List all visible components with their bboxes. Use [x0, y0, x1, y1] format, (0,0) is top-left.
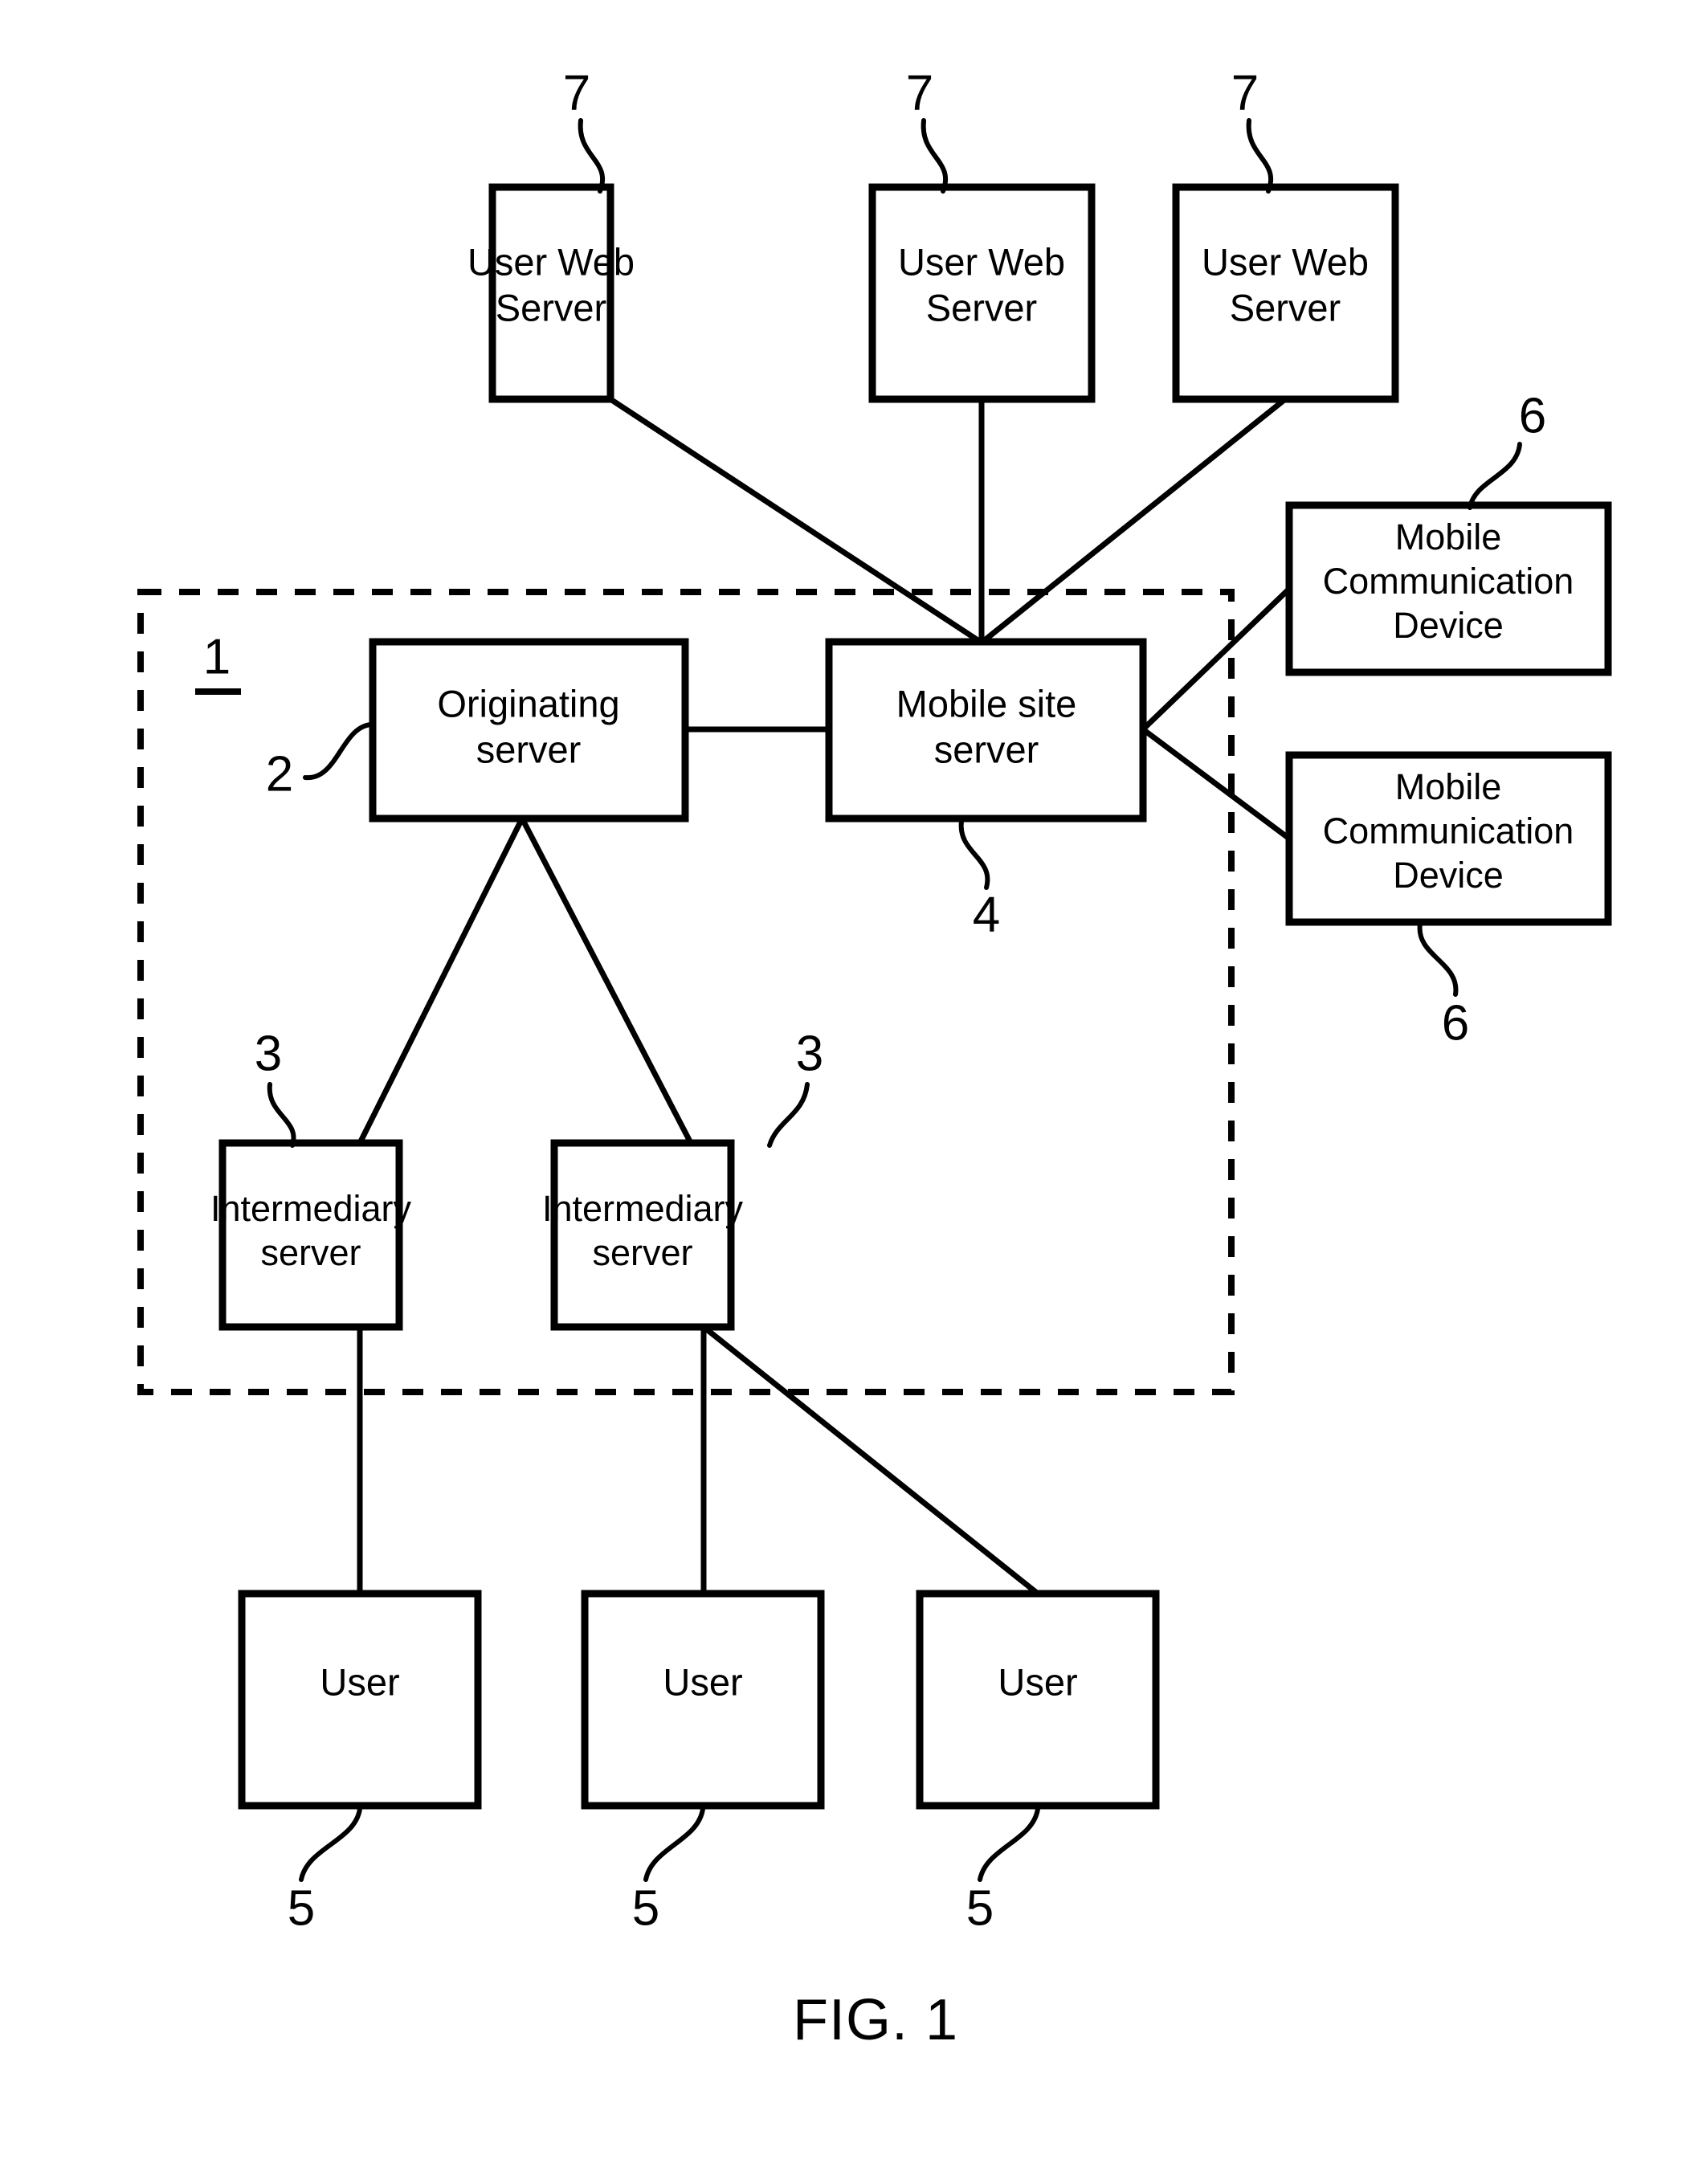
user-web-server-2-label-line1: User Web: [898, 240, 1065, 283]
originating-server: Originating server: [369, 638, 689, 823]
mobile-communication-device-2-label-line3: Device: [1393, 855, 1504, 896]
ref-number-5-2: 5: [632, 1880, 659, 1936]
patent-figure: User Web Server User Web Server User Web…: [0, 0, 1686, 2184]
user-1-label: User: [320, 1660, 399, 1703]
ref-number-7-2: 7: [906, 65, 933, 120]
user-3: User: [916, 1590, 1160, 1810]
ref-number-4: 4: [973, 887, 1000, 942]
ref-6-group-2: 6: [1417, 921, 1469, 1051]
ref-number-5-1: 5: [288, 1880, 315, 1936]
user-web-server-2-label-line2: Server: [926, 286, 1037, 329]
ref-3-group-1: 3: [255, 1026, 296, 1148]
ref-number-7-3: 7: [1231, 65, 1259, 120]
connection-lines: [357, 397, 1292, 1596]
leader-line-ref-2: [303, 722, 374, 781]
link-originating-to-intermediary1: [357, 817, 525, 1145]
intermediary-server-1: Intermediary server: [210, 1139, 412, 1331]
ref-5-group-1: 5: [288, 1806, 362, 1936]
mobile-communication-device-1-label-line3: Device: [1393, 605, 1504, 646]
mobile-site-server: Mobile site server: [825, 638, 1147, 823]
link-uws3-to-mobile-site-server: [979, 397, 1288, 645]
ref-5-group-3: 5: [966, 1806, 1040, 1936]
user-web-server-3-label-line1: User Web: [1202, 240, 1369, 283]
intermediary-server-2-label-line1: Intermediary: [542, 1188, 744, 1229]
user-web-server-1: User Web Server: [467, 183, 635, 403]
user-web-server-3: User Web Server: [1172, 183, 1399, 403]
link-originating-to-intermediary2: [519, 817, 694, 1145]
user-1: User: [238, 1590, 482, 1810]
ref-7-group-3: 7: [1231, 65, 1274, 194]
leader-line-ref-5-1: [299, 1806, 362, 1882]
leader-line-ref-5-2: [643, 1806, 705, 1882]
intermediary-server-2: Intermediary server: [542, 1139, 744, 1331]
mobile-site-server-label-line1: Mobile site: [896, 682, 1077, 725]
mobile-communication-device-1-label-line1: Mobile: [1395, 516, 1502, 557]
leader-line-ref-3-2: [767, 1082, 810, 1148]
network-architecture-diagram: User Web Server User Web Server User Web…: [137, 65, 1612, 2052]
user-2-label: User: [663, 1660, 742, 1703]
intermediary-server-1-label-line2: server: [260, 1232, 361, 1273]
link-uws1-to-mobile-site-server: [609, 397, 983, 645]
ref-7-group-2: 7: [906, 65, 949, 194]
user-web-server-1-label-line1: User Web: [467, 240, 635, 283]
mobile-communication-device-2-label-line1: Mobile: [1395, 766, 1502, 807]
ref-number-7-1: 7: [563, 65, 590, 120]
leader-line-ref-5-3: [978, 1806, 1040, 1882]
ref-number-5-3: 5: [966, 1880, 994, 1936]
leader-line-ref-7-2: [921, 118, 949, 194]
originating-server-label-line1: Originating: [437, 682, 619, 725]
ref-7-group-1: 7: [563, 65, 606, 194]
mobile-site-server-label-line2: server: [934, 728, 1039, 770]
ref-number-3-2: 3: [796, 1026, 823, 1081]
leader-line-ref-7-1: [578, 118, 606, 194]
ref-5-group-2: 5: [632, 1806, 705, 1936]
mobile-communication-device-2: Mobile Communication Device: [1285, 751, 1612, 926]
leader-line-ref-4: [958, 818, 990, 890]
mobile-communication-device-1: Mobile Communication Device: [1285, 501, 1612, 676]
user-2: User: [581, 1590, 825, 1810]
leader-line-ref-6-1: [1468, 442, 1522, 510]
originating-server-label-line2: server: [476, 728, 582, 770]
intermediary-server-1-label-line1: Intermediary: [210, 1188, 412, 1229]
ref-2-group: 2: [266, 722, 374, 802]
link-intermediary2-to-user3: [701, 1325, 1040, 1596]
user-3-label: User: [998, 1660, 1077, 1703]
figure-caption: FIG. 1: [793, 1988, 958, 2052]
mobile-communication-device-1-label-line2: Communication: [1323, 561, 1574, 602]
user-web-server-3-label-line2: Server: [1230, 286, 1341, 329]
ref-4-group: 4: [958, 818, 1000, 942]
ref-number-3-1: 3: [255, 1026, 282, 1081]
ref-number-2: 2: [266, 746, 293, 802]
ref-number-6-2: 6: [1442, 995, 1469, 1051]
ref-number-6-1: 6: [1519, 388, 1546, 443]
leader-line-ref-3-1: [267, 1082, 296, 1148]
link-mobile-site-server-to-mcd2: [1141, 727, 1292, 841]
leader-line-ref-7-3: [1246, 118, 1274, 194]
ref-number-1: 1: [203, 629, 231, 684]
intermediary-server-2-label-line2: server: [592, 1232, 692, 1273]
ref-6-group-1: 6: [1468, 388, 1546, 510]
system-ref-1: 1: [195, 629, 241, 695]
ref-3-group-2: 3: [767, 1026, 823, 1148]
link-mobile-site-server-to-mcd1: [1141, 586, 1292, 732]
leader-line-ref-6-2: [1417, 921, 1459, 997]
mobile-communication-device-2-label-line2: Communication: [1323, 810, 1574, 851]
user-web-server-2: User Web Server: [868, 183, 1096, 403]
user-web-server-1-label-line2: Server: [496, 286, 606, 329]
